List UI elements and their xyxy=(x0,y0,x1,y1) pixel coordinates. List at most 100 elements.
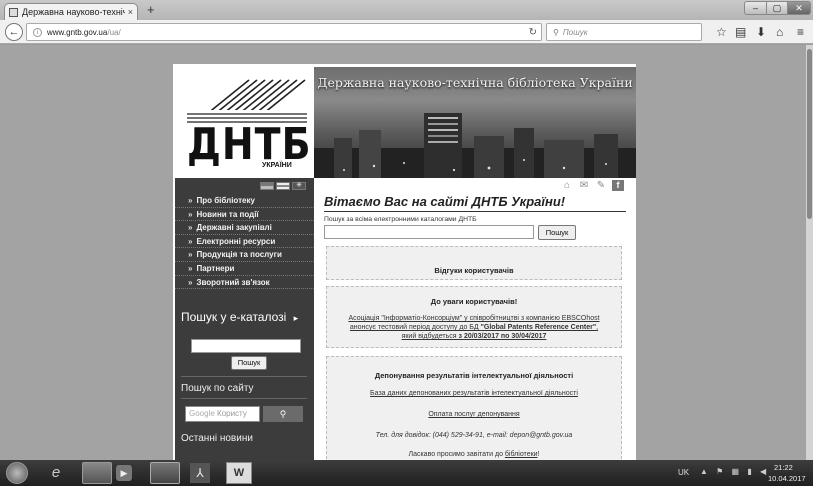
clock-date[interactable]: 10.04.2017 xyxy=(768,474,806,483)
deposit-contact: Тел. для довідок: (044) 529-34-91, e-mai… xyxy=(375,432,573,439)
start-button[interactable] xyxy=(6,462,28,484)
main-search-input[interactable] xyxy=(324,225,534,239)
acrobat-icon[interactable]: ⅄ xyxy=(190,463,210,483)
bookmarks-list-icon[interactable]: ▤ xyxy=(735,24,746,40)
catalog-search-label: Пошук за всіма електронними каталогами Д… xyxy=(324,216,477,223)
deposit-box: Депонування результатів інтелектуальної … xyxy=(326,356,622,460)
main-content: ⌂ ✉ ✎ f Вітаємо Вас на сайті ДНТБ Україн… xyxy=(324,178,630,460)
site-search-button[interactable]: ⚲ xyxy=(263,406,303,422)
reviews-box[interactable]: Відгуки користувачів xyxy=(326,246,622,280)
minimize-button[interactable]: – xyxy=(744,1,767,15)
catalog-heading-text: Пошук у е-каталозі xyxy=(181,310,287,324)
favicon-icon xyxy=(9,7,18,17)
info-icon[interactable]: i xyxy=(33,27,42,37)
sidebar: ✳ » Про бібліотеку » Новини та події » Держ… xyxy=(175,178,314,460)
notice-dates[interactable]: який відбудеться з 20/03/2017 по 30/04/2… xyxy=(327,332,621,341)
clock-time[interactable]: 21:22 xyxy=(774,463,793,472)
facebook-icon[interactable]: f xyxy=(612,180,624,191)
sidebar-item-partners[interactable]: » Партнери xyxy=(175,262,314,276)
word-icon[interactable]: W xyxy=(226,462,252,484)
latest-news-heading[interactable]: Останні новини xyxy=(181,433,253,444)
deposit-payment-link[interactable]: Оплата послуг депонування xyxy=(327,410,621,419)
tab-close-icon[interactable]: × xyxy=(128,7,133,17)
site-search-input[interactable]: Google Користу xyxy=(185,406,260,422)
tab-title: Державна науково-технічна б... xyxy=(22,7,125,17)
sidebar-item-about[interactable]: » Про бібліотеку xyxy=(175,194,314,208)
uk-flag-icon[interactable]: ✳ xyxy=(292,182,306,190)
ie-icon[interactable]: e xyxy=(46,464,66,482)
notice-text: анонсує тестовий період доступу до БД xyxy=(349,324,481,331)
social-icons: ⌂ ✉ ✎ f xyxy=(561,180,624,191)
notice-title: До уваги користувачів! xyxy=(430,297,518,306)
mail-icon[interactable]: ✉ xyxy=(578,180,590,191)
close-window-button[interactable]: ✕ xyxy=(787,1,811,15)
firefox-icon[interactable] xyxy=(150,462,180,484)
sidebar-item-products[interactable]: » Продукція та послуги xyxy=(175,248,314,262)
catalog-search-input[interactable] xyxy=(191,339,301,353)
sidebar-item-news[interactable]: » Новини та події xyxy=(175,208,314,222)
notice-line[interactable]: Асоціація "Інформатіо-Консорціум" у спів… xyxy=(327,314,621,323)
scrollbar-thumb[interactable] xyxy=(807,49,812,219)
main-search-button[interactable]: Пошук xyxy=(538,225,576,240)
back-button[interactable]: ← xyxy=(5,23,23,41)
browser-tab-bar: Державна науково-технічна б... × + – ▢ ✕ xyxy=(0,0,813,20)
sidebar-item-feedback[interactable]: » Зворотний зв'язок xyxy=(175,276,314,290)
explorer-icon[interactable] xyxy=(82,462,112,484)
sidebar-item-label: Про бібліотеку xyxy=(196,196,255,205)
russia-flag-icon[interactable] xyxy=(276,182,290,190)
search-placeholder: Пошук xyxy=(562,27,588,37)
web-page: ДНТБ УКРАЇНИ Державна науково-технічна б… xyxy=(173,64,636,460)
bullet-icon: » xyxy=(188,196,193,205)
bullet-icon: » xyxy=(188,209,193,219)
welcome-text: Ласкаво просимо завітати до xyxy=(408,451,505,458)
bullet-icon: » xyxy=(188,263,193,273)
browser-tab[interactable]: Державна науково-технічна б... × xyxy=(4,3,138,20)
deposit-database-link[interactable]: База даних депонованих результатів інтел… xyxy=(327,389,621,398)
logo-text: ДНТБ xyxy=(187,118,312,170)
address-bar[interactable]: i www.gntb.gov.ua /ua/ ↻ xyxy=(26,23,542,41)
sidebar-item-e-resources[interactable]: » Електронні ресурси xyxy=(175,235,314,249)
new-tab-button[interactable]: + xyxy=(147,3,155,17)
ukraine-flag-icon[interactable] xyxy=(260,182,274,190)
catalog-search-heading[interactable]: Пошук у е-каталозі ▸ xyxy=(181,310,298,324)
home-icon[interactable]: ⌂ xyxy=(776,24,783,40)
welcome-to-library: Ласкаво просимо завітати до бібліотеки! xyxy=(327,450,621,459)
search-icon: ⚲ xyxy=(553,27,559,37)
logo-subtitle: УКРАЇНИ xyxy=(262,162,292,169)
reload-icon[interactable]: ↻ xyxy=(529,27,537,38)
site-title: Державна науково-технічна бібліотека Укр… xyxy=(317,75,633,90)
notice-period: з 20/03/2017 по 30/04/2017 xyxy=(458,333,547,340)
divider xyxy=(324,211,626,212)
search-icon: ⚲ xyxy=(279,409,287,419)
sidebar-item-label: Державні закупівлі xyxy=(196,223,272,233)
notice-text: , xyxy=(596,324,599,331)
media-player-icon[interactable]: ▶ xyxy=(116,465,132,481)
site-search-heading: Пошук по сайту xyxy=(181,383,254,394)
tray-icons[interactable]: ▲ ⚑ ▦ ▮ ◀ xyxy=(700,467,769,476)
sidebar-item-procurement[interactable]: » Державні закупівлі xyxy=(175,221,314,235)
downloads-icon[interactable]: ⬇ xyxy=(756,24,766,40)
catalog-search-button[interactable]: Пошук xyxy=(231,356,267,370)
reviews-title: Відгуки користувачів xyxy=(434,266,514,275)
edit-icon[interactable]: ✎ xyxy=(595,180,607,191)
bullet-icon: » xyxy=(188,223,193,233)
language-flags: ✳ xyxy=(260,182,306,190)
browser-search-input[interactable]: ⚲ Пошук xyxy=(546,23,702,41)
menu-icon[interactable]: ≡ xyxy=(797,24,804,40)
language-indicator[interactable]: UK xyxy=(678,468,689,477)
welcome-text: ! xyxy=(537,451,540,458)
sidebar-item-label: Електронні ресурси xyxy=(196,236,276,246)
notice-link[interactable]: анонсує тестовий період доступу до БД "G… xyxy=(327,323,621,332)
home-icon[interactable]: ⌂ xyxy=(561,180,573,191)
maximize-button[interactable]: ▢ xyxy=(766,1,788,15)
vertical-scrollbar[interactable] xyxy=(806,45,813,460)
bullet-icon: » xyxy=(188,236,193,246)
site-logo[interactable]: ДНТБ УКРАЇНИ xyxy=(177,74,311,174)
google-label: Google xyxy=(189,409,215,418)
sidebar-menu: » Про бібліотеку » Новини та події » Держав… xyxy=(175,194,314,290)
url-host: www.gntb.gov.ua xyxy=(47,27,108,37)
library-link[interactable]: бібліотеки xyxy=(505,451,538,458)
bookmark-star-icon[interactable]: ☆ xyxy=(716,24,727,40)
sidebar-item-label: Зворотний зв'язок xyxy=(196,277,270,287)
sidebar-item-label: Партнери xyxy=(196,263,235,273)
